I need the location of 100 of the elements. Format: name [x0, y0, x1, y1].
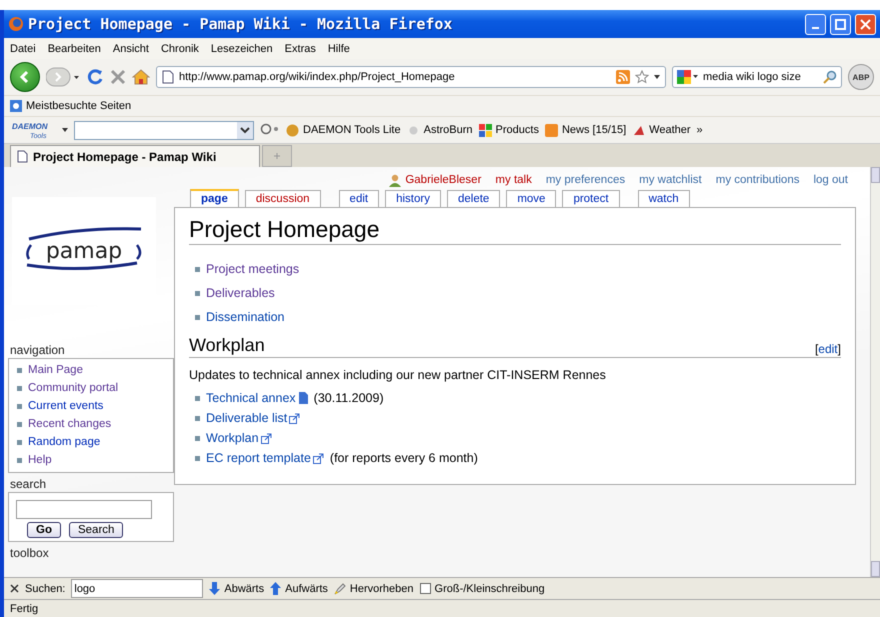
page-tab[interactable]: history	[385, 190, 441, 207]
status-text: Fertig	[10, 602, 38, 614]
minimize-button[interactable]	[805, 14, 826, 34]
close-icon	[10, 584, 19, 593]
toolbar-item[interactable]: Weather	[632, 124, 691, 136]
dropdown-icon[interactable]	[237, 122, 253, 138]
close-button[interactable]	[855, 14, 876, 34]
stop-icon[interactable]	[110, 69, 126, 85]
rss-feed-icon[interactable]	[616, 70, 630, 84]
back-button[interactable]	[10, 62, 40, 92]
bullet-icon	[17, 368, 22, 373]
close-icon	[860, 18, 871, 30]
document-link[interactable]: Workplan	[206, 428, 272, 448]
marker-icon	[334, 582, 346, 594]
bullet-icon	[195, 266, 200, 272]
user-icon	[389, 174, 402, 186]
menu-item[interactable]: Chronik	[160, 42, 199, 54]
reload-icon[interactable]	[86, 68, 104, 86]
section-edit-link[interactable]: edit	[818, 342, 838, 356]
nav-link[interactable]: Current events	[28, 398, 104, 415]
star-icon[interactable]	[635, 70, 649, 84]
search-engine-icon[interactable]	[677, 70, 699, 84]
personal-link[interactable]: log out	[813, 174, 848, 186]
maximize-icon	[835, 18, 846, 30]
maximize-button[interactable]	[830, 14, 851, 34]
page-icon	[162, 70, 174, 84]
disc-icon	[286, 124, 299, 136]
document-link[interactable]: Technical annex	[206, 388, 308, 408]
page-tab[interactable]: discussion	[244, 190, 321, 207]
link-note: (30.11.2009)	[314, 390, 384, 407]
page-tab[interactable]: watch	[638, 190, 690, 207]
rss-feed-icon	[544, 124, 558, 136]
page-tab[interactable]: edit	[338, 190, 380, 207]
personal-link[interactable]: my talk	[495, 174, 532, 186]
menu-item[interactable]: Lesezeichen	[210, 42, 273, 54]
highlight-button[interactable]: Hervorheben	[334, 582, 414, 594]
find-close-button[interactable]	[10, 584, 19, 593]
match-case-checkbox[interactable]: Groß-/Kleinschreibung	[420, 582, 545, 594]
browser-tab[interactable]: Project Homepage - Pamap Wiki	[10, 145, 260, 167]
bullet-icon	[195, 396, 200, 400]
page-icon	[17, 150, 28, 163]
page-tab[interactable]: move	[506, 190, 556, 207]
content-link[interactable]: Deliverables	[206, 281, 275, 305]
search-button[interactable]: Go	[27, 522, 61, 538]
menu-item[interactable]: Hilfe	[328, 42, 350, 54]
find-next-button[interactable]: Abwärts	[209, 582, 264, 595]
bracket-text: [	[814, 342, 818, 356]
search-icon[interactable]	[823, 70, 837, 84]
menu-item[interactable]: Extras	[284, 42, 316, 54]
toolbar-item[interactable]: Products	[478, 124, 539, 136]
bullet-icon	[17, 404, 22, 409]
address-bar[interactable]: http://www.pamap.org/wiki/index.php/Project_Homepage	[156, 66, 666, 88]
nav-link[interactable]: Community portal	[28, 380, 118, 397]
site-logo[interactable]: pamap	[19, 221, 149, 281]
document-link[interactable]: EC report template	[206, 448, 324, 468]
toolbar-item[interactable]: DAEMON Tools Lite	[286, 124, 401, 136]
toolbar-combo-field[interactable]	[74, 120, 254, 140]
adblock-button[interactable]: ABP	[848, 64, 874, 90]
personal-link[interactable]: my watchlist	[639, 174, 702, 186]
link-note: (for reports every 6 month)	[330, 450, 478, 467]
menu-item[interactable]: Bearbeiten	[48, 42, 101, 54]
document-link[interactable]: Deliverable list	[206, 408, 300, 428]
find-field[interactable]: logo	[71, 579, 204, 598]
browser-logo-icon	[8, 16, 24, 32]
more-chevron[interactable]: »	[696, 124, 703, 136]
nav-link[interactable]: Random page	[28, 434, 100, 451]
menu-item[interactable]: Datei	[10, 42, 36, 54]
page-tab[interactable]: page	[190, 189, 239, 208]
bullet-icon	[17, 458, 22, 463]
bullet-icon	[195, 416, 200, 420]
search-icon[interactable]	[260, 123, 280, 137]
section-text: Updates to technical annex including our new partner CIT-INSERM Rennes	[189, 368, 607, 382]
dropdown-icon[interactable]	[654, 75, 660, 79]
search-input[interactable]	[16, 500, 152, 519]
page-tab[interactable]: protect	[562, 190, 620, 207]
content-link[interactable]: Dissemination	[206, 305, 285, 329]
search-field[interactable]: media wiki logo size	[672, 66, 842, 88]
nav-link[interactable]: Help	[28, 452, 52, 469]
portlet-title: toolbox	[10, 546, 50, 560]
dropdown-icon[interactable]	[62, 128, 68, 132]
find-label: Suchen:	[25, 582, 66, 594]
personal-link[interactable]: my preferences	[546, 174, 626, 186]
bracket-text: ]	[838, 342, 841, 356]
personal-link[interactable]: my contributions	[716, 174, 800, 186]
nav-link[interactable]: Main Page	[28, 362, 83, 379]
toolbar-item[interactable]: News [15/15]	[544, 124, 626, 136]
home-icon[interactable]	[132, 69, 150, 85]
forward-button[interactable]	[46, 67, 80, 87]
search-button[interactable]: Search	[68, 522, 124, 538]
page-tab[interactable]: delete	[446, 190, 500, 207]
user-link[interactable]: GabrieleBleser	[389, 174, 482, 186]
nav-link[interactable]: Recent changes	[28, 416, 112, 433]
find-previous-button[interactable]: Aufwärts	[270, 582, 328, 595]
menu-item[interactable]: Ansicht	[112, 42, 149, 54]
document-icon	[298, 392, 308, 404]
bullet-icon	[195, 314, 200, 320]
up-arrow-icon	[270, 582, 282, 595]
content-link[interactable]: Project meetings	[206, 257, 300, 281]
bookmark-item[interactable]: Meistbesuchte Seiten	[10, 100, 132, 112]
toolbar-item[interactable]: AstroBurn	[406, 124, 473, 136]
